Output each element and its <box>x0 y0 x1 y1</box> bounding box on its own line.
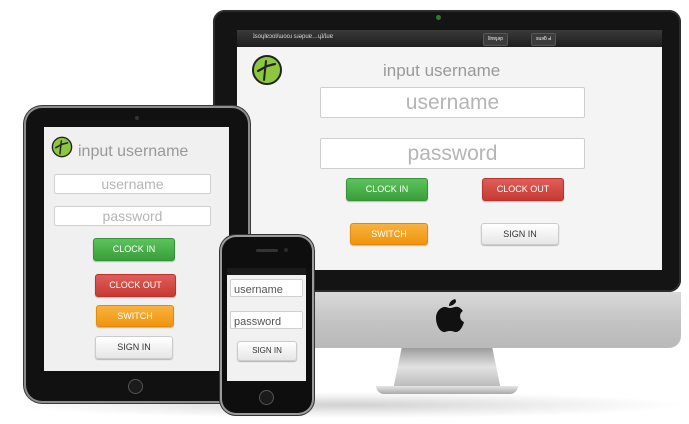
iphone-camera <box>284 248 288 252</box>
logo-icon <box>51 136 73 158</box>
switch-button[interactable]: SWITCH <box>350 223 428 245</box>
password-input[interactable] <box>320 138 585 169</box>
username-input[interactable] <box>230 279 305 298</box>
apple-icon <box>436 299 464 332</box>
browser-tab-genres[interactable]: suǝƃ ꓒ <box>531 33 557 46</box>
ipad-camera <box>135 116 139 120</box>
iphone-status-bar <box>227 268 306 275</box>
imac-camera <box>436 15 441 20</box>
page-title: input username <box>383 61 501 80</box>
username-field[interactable] <box>321 88 584 117</box>
password-field[interactable] <box>321 139 584 168</box>
imac-base <box>376 386 518 394</box>
sign-in-button[interactable]: SIGN IN <box>481 223 559 245</box>
sign-in-button[interactable]: SIGN IN <box>95 336 173 359</box>
clock-out-button[interactable]: CLOCK OUT <box>95 274 176 297</box>
username-field[interactable] <box>231 282 305 298</box>
logo-icon <box>252 55 282 85</box>
username-field[interactable] <box>55 175 210 193</box>
imac-screen: ʇsoɥlɐɔol/ɯooɹ sɹǝpuɐ…ɥʇ/ʇuɐ ʇlnɐɟǝp suǝ… <box>237 30 662 270</box>
ipad-home-button[interactable] <box>128 379 143 394</box>
password-field[interactable] <box>231 314 305 330</box>
clock-in-button[interactable]: CLOCK IN <box>346 178 428 201</box>
password-field[interactable] <box>55 207 210 225</box>
clock-out-button[interactable]: CLOCK OUT <box>482 178 564 201</box>
clock-in-button[interactable]: CLOCK IN <box>93 238 175 261</box>
page-title: input username <box>78 143 189 160</box>
username-input[interactable] <box>54 174 211 194</box>
username-input[interactable] <box>320 87 585 118</box>
browser-tab-default[interactable]: ʇlnɐɟǝp <box>483 33 509 46</box>
password-input[interactable] <box>54 206 211 226</box>
iphone-speaker <box>256 249 278 252</box>
ipad-screen: input username CLOCK IN CLOCK OUT SWITCH… <box>44 127 229 371</box>
iphone-home-button[interactable] <box>259 390 274 405</box>
imac-stand <box>393 348 501 390</box>
iphone-screen: SIGN IN <box>227 268 306 381</box>
password-input[interactable] <box>230 311 305 330</box>
switch-button[interactable]: SWITCH <box>96 305 174 327</box>
sign-in-button[interactable]: SIGN IN <box>237 341 297 361</box>
browser-topbar: ʇsoɥlɐɔol/ɯooɹ sɹǝpuɐ…ɥʇ/ʇuɐ ʇlnɐɟǝp suǝ… <box>237 30 662 47</box>
browser-url[interactable]: ʇsoɥlɐɔol/ɯooɹ sɹǝpuɐ…ɥʇ/ʇuɐ <box>253 34 333 40</box>
